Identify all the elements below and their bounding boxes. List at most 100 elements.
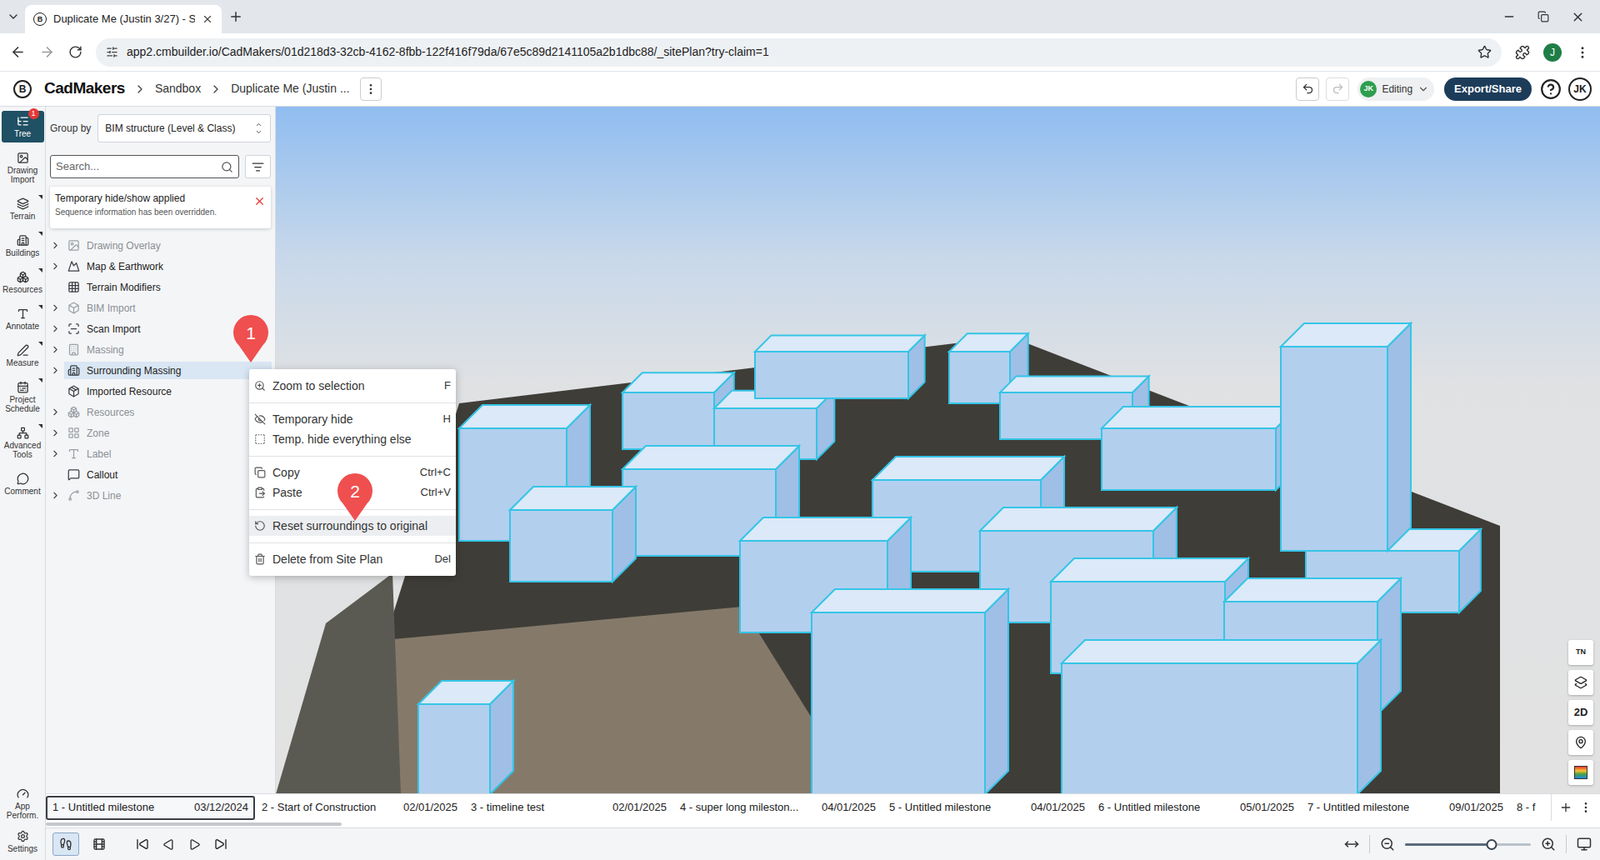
rail-item[interactable]: Comment: [1, 468, 45, 500]
back-icon[interactable]: [10, 44, 26, 60]
brand-name[interactable]: CadMakers: [44, 76, 125, 101]
tree-row[interactable]: Imported Resource: [45, 380, 275, 402]
rail-bottom-item[interactable]: App Perform.: [1, 784, 45, 824]
step-back-icon[interactable]: [162, 838, 175, 851]
breadcrumb[interactable]: Sandbox: [155, 80, 201, 98]
milestone[interactable]: 5 - Untitled milestone04/01/2025: [882, 795, 1092, 820]
viewport-tool-button[interactable]: [1568, 670, 1594, 695]
user-avatar[interactable]: JK: [1568, 77, 1592, 101]
minimize-icon[interactable]: [1502, 10, 1516, 24]
site-info-icon[interactable]: [105, 45, 119, 59]
rail-item[interactable]: Buildings: [1, 230, 45, 262]
menu-item[interactable]: Temp. hide everything else: [249, 429, 456, 450]
expand-icon[interactable]: [50, 240, 61, 251]
zoom-slider[interactable]: [1405, 838, 1531, 850]
timeline-menu-icon[interactable]: [1579, 800, 1593, 815]
filter-button[interactable]: [245, 155, 271, 179]
expand-icon[interactable]: [50, 323, 61, 335]
rail-item[interactable]: Advanced Tools: [1, 422, 45, 464]
app-logo[interactable]: B: [13, 80, 32, 99]
menu-item-shortcut: Ctrl+C: [420, 464, 451, 481]
rail-item[interactable]: Terrain: [1, 193, 45, 225]
export-share-button[interactable]: Export/Share: [1444, 77, 1532, 101]
milestone[interactable]: 8 - f: [1510, 795, 1551, 820]
browser-tab[interactable]: BDuplicate Me (Justin 3/27) - Sa: [25, 5, 222, 34]
expand-icon[interactable]: [50, 490, 61, 501]
editing-status[interactable]: JKEditing: [1357, 77, 1435, 101]
expand-icon[interactable]: [50, 302, 61, 314]
rail-bottom-item[interactable]: Settings: [1, 826, 45, 857]
tab-close-icon[interactable]: [201, 13, 214, 25]
viewport-tool-button[interactable]: [1568, 730, 1594, 755]
extensions-icon[interactable]: [1515, 45, 1530, 60]
close-window-icon[interactable]: [1570, 10, 1585, 25]
skip-back-icon[interactable]: [135, 837, 150, 851]
milestone[interactable]: 1 - Untitled milestone03/12/2024: [45, 795, 255, 820]
viewport-tool-button[interactable]: [1568, 760, 1594, 785]
skip-forward-icon[interactable]: [214, 837, 228, 851]
viewport-tool-button[interactable]: TN: [1568, 640, 1594, 665]
expand-icon[interactable]: [50, 344, 61, 355]
help-icon[interactable]: [1540, 78, 1562, 100]
zoom-slider-thumb[interactable]: [1486, 839, 1498, 850]
zoom-in-icon[interactable]: [1540, 836, 1556, 852]
tree-row[interactable]: Zone: [45, 422, 275, 444]
tree-row[interactable]: Resources: [45, 401, 275, 423]
tree-row[interactable]: Surrounding Massing: [45, 360, 275, 381]
play-icon[interactable]: [188, 838, 201, 851]
restore-icon[interactable]: [1537, 10, 1550, 23]
add-milestone-icon[interactable]: [1559, 800, 1573, 815]
expand-icon[interactable]: [50, 260, 61, 272]
reload-icon[interactable]: [68, 45, 83, 60]
tree-row[interactable]: Drawing Overlay: [45, 235, 275, 256]
more-button[interactable]: [360, 77, 382, 101]
rail-item[interactable]: Drawing Import: [1, 147, 45, 189]
milestone[interactable]: 4 - super long mileston...04/01/2025: [673, 795, 883, 820]
expand-icon[interactable]: [50, 365, 61, 376]
undo-button[interactable]: [1295, 77, 1320, 101]
profile-avatar[interactable]: J: [1543, 43, 1562, 62]
menu-item[interactable]: Zoom to selectionF: [249, 375, 456, 396]
tree-row[interactable]: BIM Import: [45, 297, 275, 319]
bookmark-icon[interactable]: [1477, 45, 1492, 60]
milestone[interactable]: 6 - Untitled milestone05/01/2025: [1091, 795, 1301, 820]
notice-close-icon[interactable]: [253, 195, 266, 208]
new-tab-icon[interactable]: [228, 9, 244, 25]
tree-row[interactable]: Label: [45, 443, 275, 465]
menu-item[interactable]: Reset surroundings to original: [249, 515, 456, 536]
zoom-out-icon[interactable]: [1380, 836, 1395, 852]
search-field[interactable]: Search...: [50, 155, 240, 179]
viewport-tool-button[interactable]: 2D: [1568, 700, 1594, 725]
rail-item[interactable]: Project Schedule: [1, 376, 45, 418]
milestone[interactable]: 3 - timeline test02/01/2025: [464, 795, 674, 820]
milestone[interactable]: 2 - Start of Construction02/01/2025: [255, 795, 465, 820]
tree-row[interactable]: Map & Earthwork: [45, 255, 275, 277]
expand-icon[interactable]: [50, 406, 61, 418]
expand-icon[interactable]: [50, 448, 61, 460]
url-field[interactable]: app2.cmbuilder.io/CadMakers/01d218d3-32c…: [95, 38, 1502, 67]
rail-item[interactable]: Resources: [1, 266, 45, 299]
redo-button[interactable]: [1325, 77, 1350, 101]
mode-button[interactable]: [85, 832, 113, 856]
expand-icon[interactable]: [50, 427, 61, 439]
forward-icon[interactable]: [39, 44, 55, 60]
tree-row[interactable]: Terrain Modifiers: [45, 276, 275, 298]
mode-button[interactable]: [52, 832, 80, 856]
tab-search-icon[interactable]: [6, 10, 20, 24]
tree-row[interactable]: 3D Line: [45, 485, 275, 506]
menu-item[interactable]: Temporary hideH: [249, 409, 456, 430]
group-by-select[interactable]: BIM structure (Level & Class): [97, 114, 271, 143]
menu-item[interactable]: Delete from Site PlanDel: [249, 549, 456, 570]
rail-item[interactable]: Annotate: [1, 303, 45, 335]
breadcrumb[interactable]: Duplicate Me (Justin ...: [230, 80, 350, 98]
rail-item[interactable]: Tree1: [1, 110, 45, 143]
fit-icon[interactable]: [1344, 836, 1360, 852]
rail-bottom-item-label: App Perform.: [1, 801, 45, 820]
scrollbar-thumb[interactable]: [45, 822, 342, 826]
milestone[interactable]: 7 - Untitled milestone09/01/2025: [1300, 795, 1510, 820]
3d-viewport[interactable]: TN 2D: [275, 106, 1600, 794]
browser-menu-icon[interactable]: [1575, 45, 1590, 60]
tree-row[interactable]: Callout: [45, 464, 275, 485]
fullscreen-icon[interactable]: [1576, 836, 1592, 852]
rail-item[interactable]: Measure: [1, 340, 45, 372]
